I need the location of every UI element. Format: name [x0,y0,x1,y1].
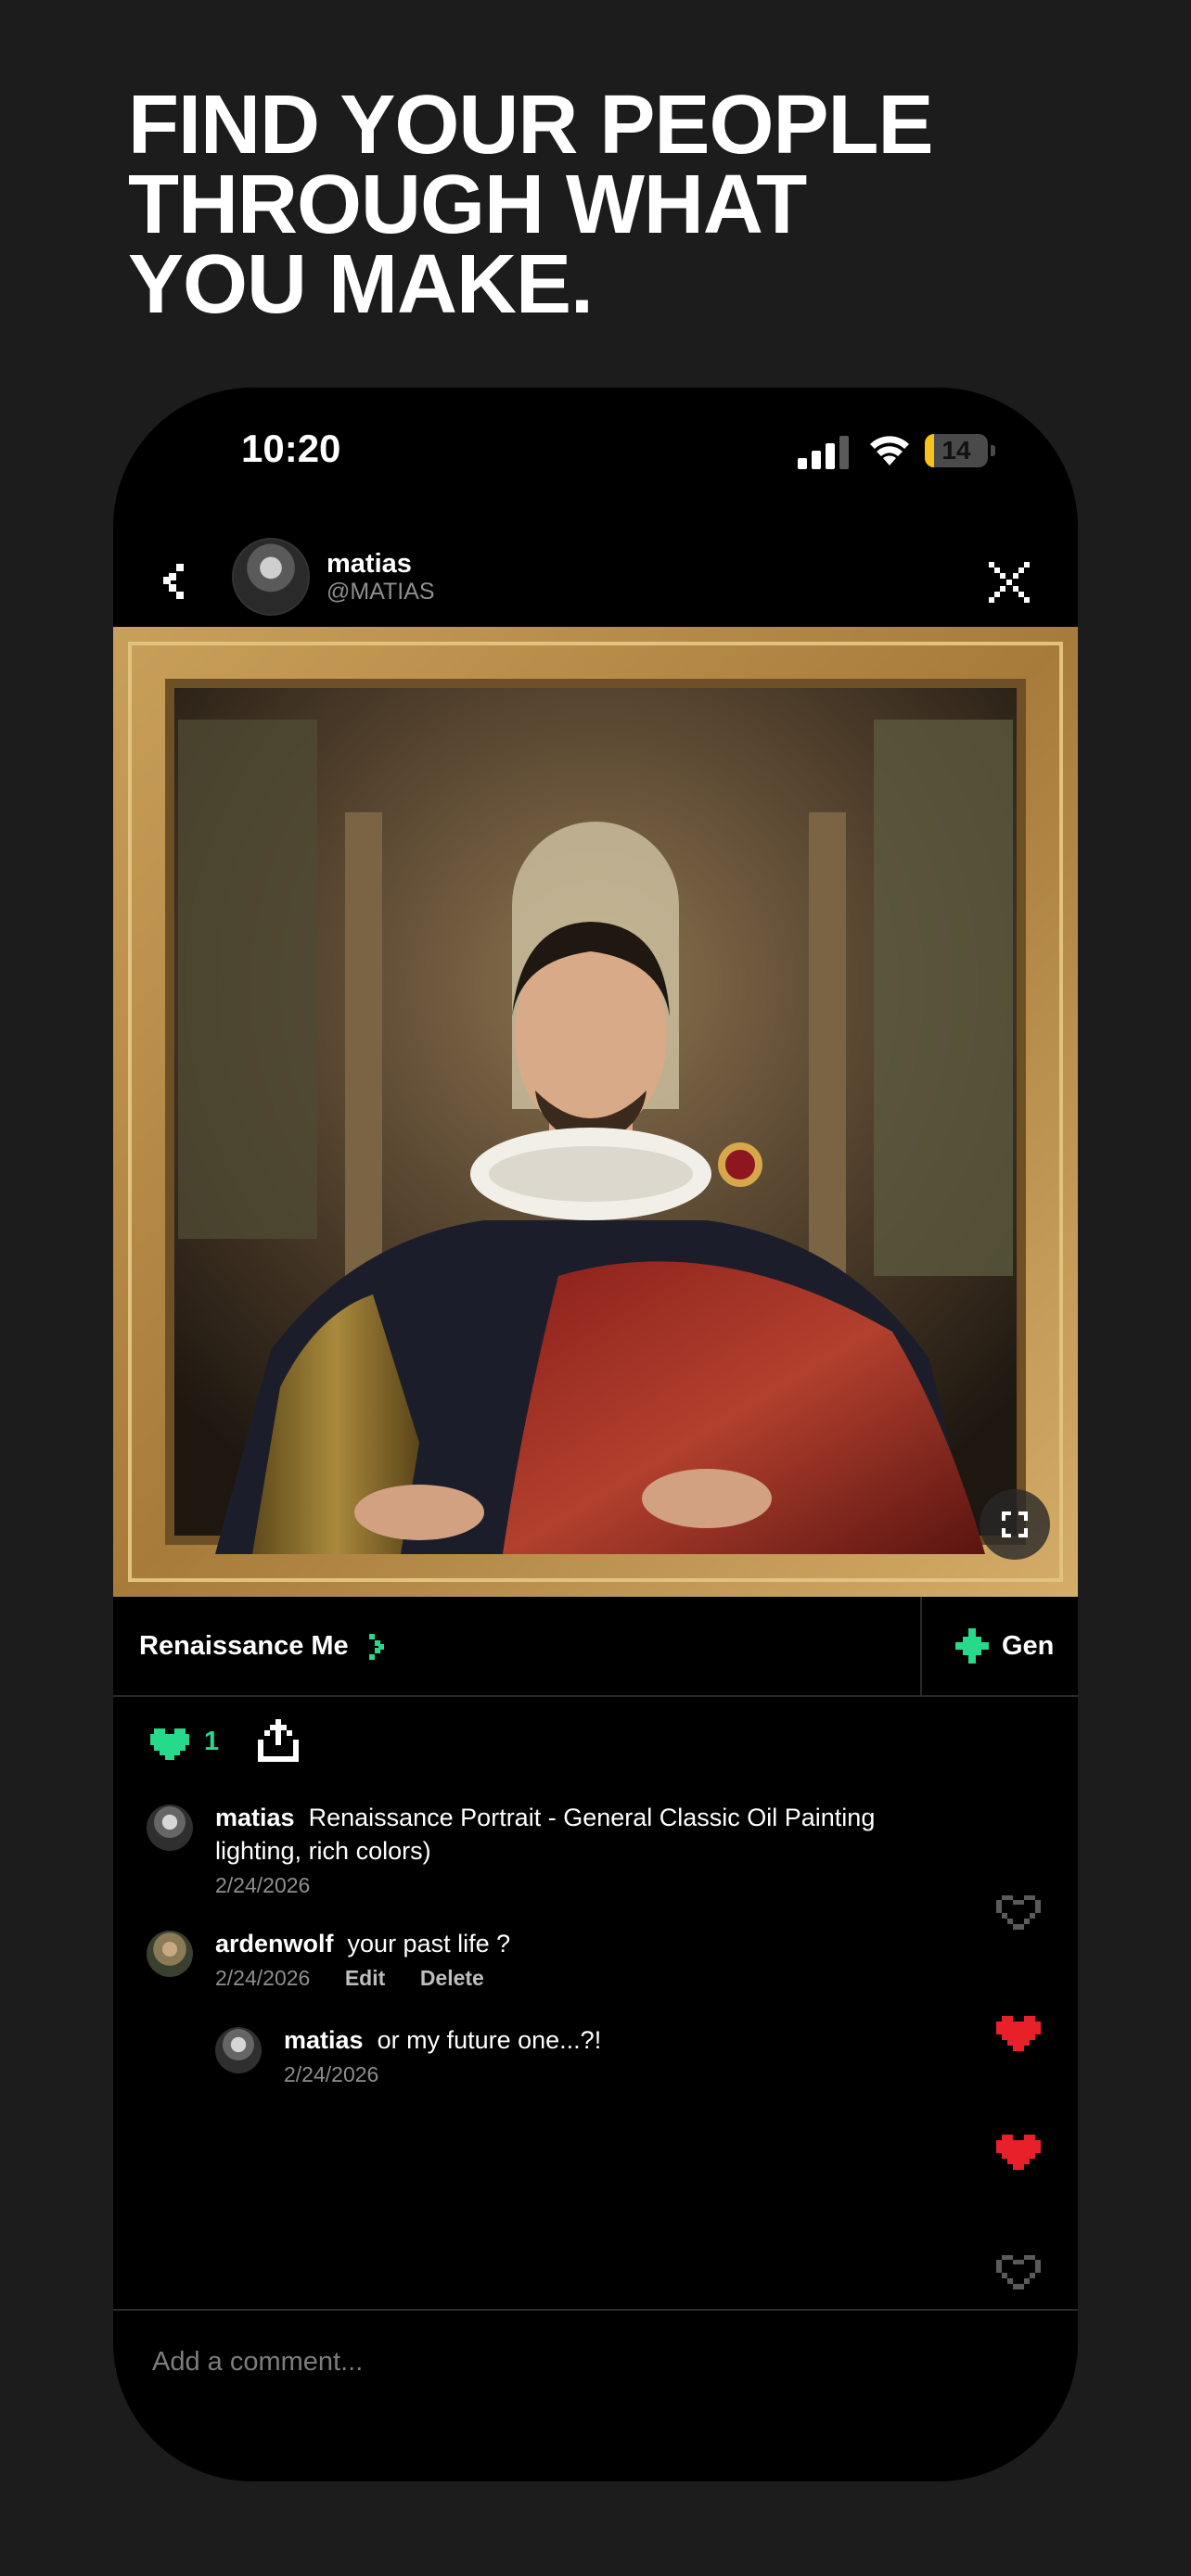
battery-icon: 14 [925,434,995,467]
phone-screen: 10:20 14 matias @MATIAS Renaissance Me G… [113,388,1078,2481]
avatar[interactable] [147,1804,193,1851]
pixel-chevron-left-icon[interactable] [163,562,186,599]
heart-outline-icon[interactable] [996,2255,1041,2292]
comment-date: 2/24/2026 [284,2062,379,2086]
comment-text-cont: lighting, rich colors) [215,1837,431,1865]
signal-icon [798,436,849,469]
pixel-x-icon[interactable] [989,562,1030,603]
comment-text: or my future one...?! [377,2026,602,2054]
style-link[interactable]: Renaissance Me [139,1597,349,1695]
comment-item: ardenwolf your past life ? 2/24/2026 Edi… [215,1927,920,1995]
status-time: 10:20 [241,427,341,470]
status-bar: 10:20 14 [113,388,1078,527]
comment-date: 2/24/2026 [215,1873,311,1897]
comment-item: matias Renaissance Portrait - General Cl… [215,1801,920,1901]
reply-item: matias or my future one...?! 2/24/2026 [284,2023,933,2090]
heart-filled-icon[interactable] [996,2135,1041,2172]
headline-line-3: YOU MAKE. [128,238,594,331]
edit-button[interactable]: Edit [345,1966,385,1990]
comment-input[interactable] [150,2335,989,2389]
generated-artwork[interactable] [113,627,1078,1597]
avatar[interactable] [232,538,310,616]
pixel-chevron-right-icon[interactable] [369,1634,384,1660]
comment-user[interactable]: matias [215,1804,295,1831]
generation-bar: Renaissance Me Gen [113,1597,1078,1697]
gen-button[interactable]: Gen [922,1597,1078,1695]
post-author-handle: @MATIAS [327,579,435,605]
comment-date: 2/24/2026 [215,1966,311,1990]
avatar[interactable] [147,1931,193,1977]
wifi-icon [870,436,909,465]
headline-line-2: THROUGH WHAT [128,159,807,251]
comment-text: your past life ? [347,1930,511,1958]
headline-line-1: FIND YOUR PEOPLE [128,79,933,172]
like-count: 1 [204,1727,220,1756]
delete-button[interactable]: Delete [420,1966,484,1990]
post-author-name[interactable]: matias [327,549,412,580]
comment-composer [113,2309,1078,2481]
expand-button[interactable] [980,1489,1050,1560]
heart-outline-icon[interactable] [996,1895,1041,1932]
share-icon[interactable] [258,1719,299,1762]
post-actions: 1 [113,1714,1078,1788]
heart-filled-icon[interactable] [996,2016,1041,2053]
post-header: matias @MATIAS [113,527,1078,619]
comment-text: Renaissance Portrait - General Classic O… [308,1804,876,1831]
comment-user[interactable]: matias [284,2026,364,2054]
battery-level: 14 [941,436,971,465]
expand-icon [1002,1511,1028,1537]
pixel-heart-icon[interactable] [150,1727,189,1760]
sparkle-icon [955,1628,989,1664]
comment-user[interactable]: ardenwolf [215,1930,334,1958]
avatar[interactable] [215,2027,262,2073]
headline: FIND YOUR PEOPLE THROUGH WHAT YOU MAKE. [128,79,1056,331]
gen-label: Gen [1002,1631,1055,1661]
